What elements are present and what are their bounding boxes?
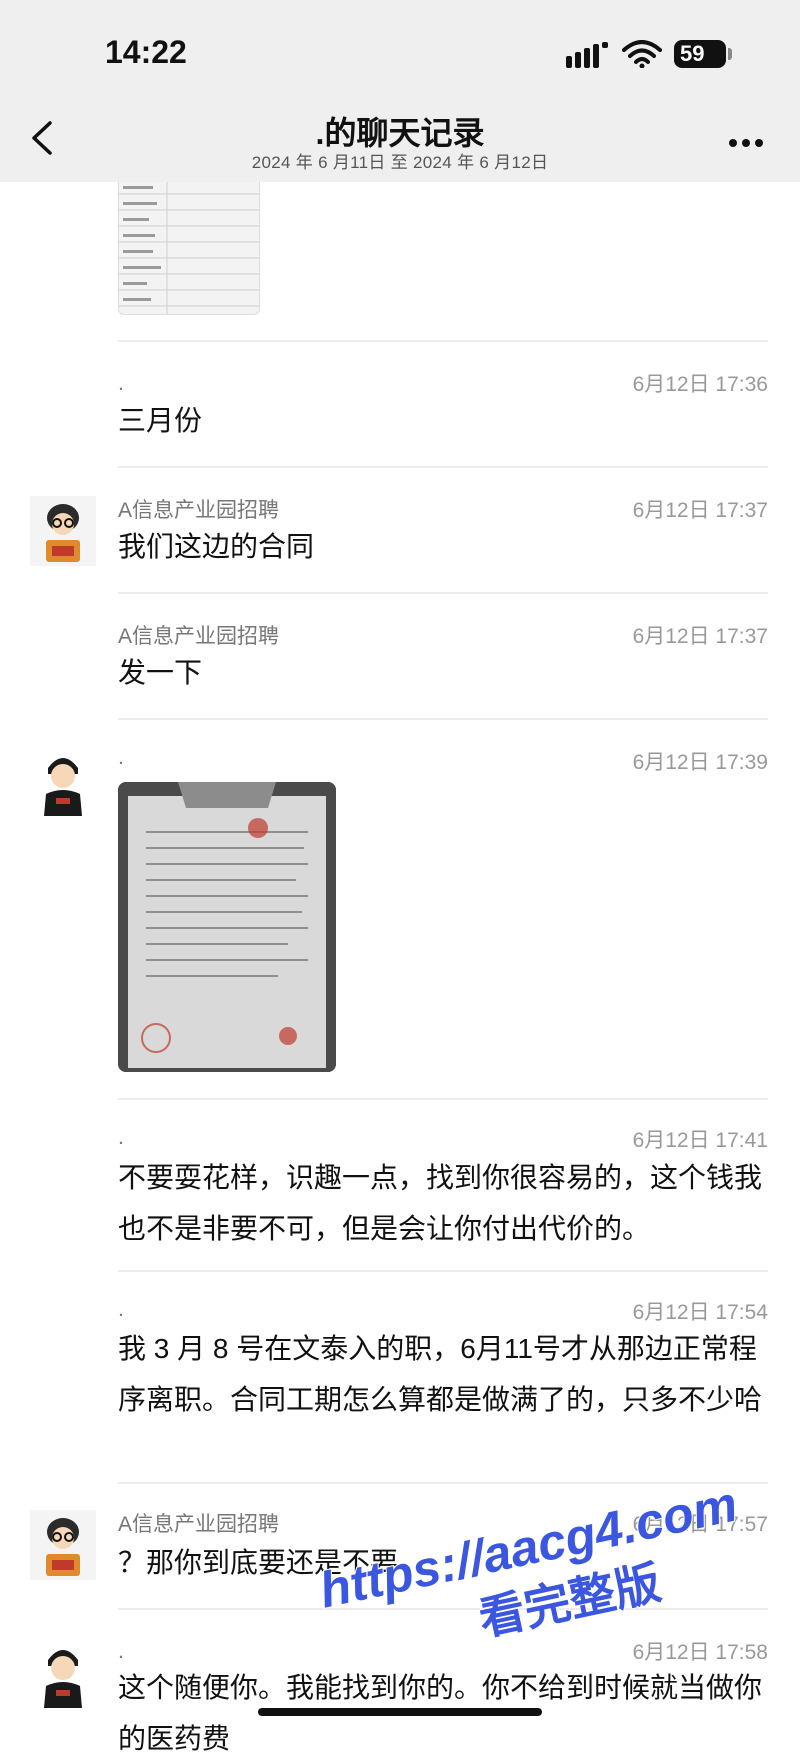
message-divider — [118, 718, 768, 720]
message-time: 6月12日 17:37 — [632, 499, 768, 522]
message-divider — [118, 592, 768, 594]
sender-name: . — [118, 1298, 124, 1321]
wifi-icon — [622, 40, 662, 68]
message-text[interactable]: 三月份 — [118, 395, 768, 446]
home-indicator[interactable] — [258, 1708, 542, 1716]
battery-cap — [728, 48, 732, 60]
message-text[interactable]: 我 3 月 8 号在文泰入的职，6月11号才从那边正常程序离职。合同工期怎么算都… — [118, 1323, 768, 1425]
more-icon[interactable] — [728, 138, 764, 148]
message-time: 6月12日 17:36 — [632, 373, 768, 396]
user-avatar[interactable] — [30, 1638, 96, 1708]
recruiter-avatar[interactable] — [30, 1510, 96, 1580]
message-time: 6月12日 17:41 — [632, 1129, 768, 1152]
status-time: 14:22 — [105, 34, 187, 70]
message-divider — [118, 340, 768, 342]
message-divider — [118, 1098, 768, 1100]
battery-indicator: 59 — [674, 40, 726, 68]
message-text[interactable]: 不要耍花样，识趣一点，找到你很容易的，这个钱我也不是非要不可，但是会让你付出代价… — [118, 1152, 768, 1254]
signal-icon — [566, 42, 608, 68]
sender-name: . — [118, 746, 124, 769]
date-range: 2024 年 6 月11日 至 2024 年 6 月12日 — [251, 153, 549, 172]
recruiter-avatar[interactable] — [30, 496, 96, 566]
sender-name: A信息产业园招聘 — [118, 625, 280, 648]
message-time: 6月12日 17:39 — [632, 751, 768, 774]
watermark: https://aacg4.com 看完整版 — [314, 1475, 743, 1648]
message-time: 6月12日 17:37 — [632, 625, 768, 648]
top-bar: 14:22 59 .的聊天记录 2024 年 6 月11日 至 2024 年 6… — [0, 0, 800, 182]
sender-name: . — [118, 1126, 124, 1149]
message-time: 6月12日 17:54 — [632, 1301, 768, 1324]
form-image-thumbnail[interactable] — [118, 182, 260, 315]
sender-name: . — [118, 1640, 124, 1663]
message-divider — [118, 466, 768, 468]
message-text[interactable]: 我们这边的合同 — [118, 521, 768, 572]
message-divider — [118, 1270, 768, 1272]
sender-name: A信息产业园招聘 — [118, 1513, 280, 1536]
message-text[interactable]: 发一下 — [118, 647, 768, 698]
contract-photo-graphic — [118, 782, 336, 1072]
user-avatar[interactable] — [30, 746, 96, 816]
contract-photo[interactable] — [118, 782, 336, 1072]
sender-name: . — [118, 372, 124, 395]
form-image-graphic — [119, 182, 259, 314]
sender-name: A信息产业园招聘 — [118, 499, 280, 522]
